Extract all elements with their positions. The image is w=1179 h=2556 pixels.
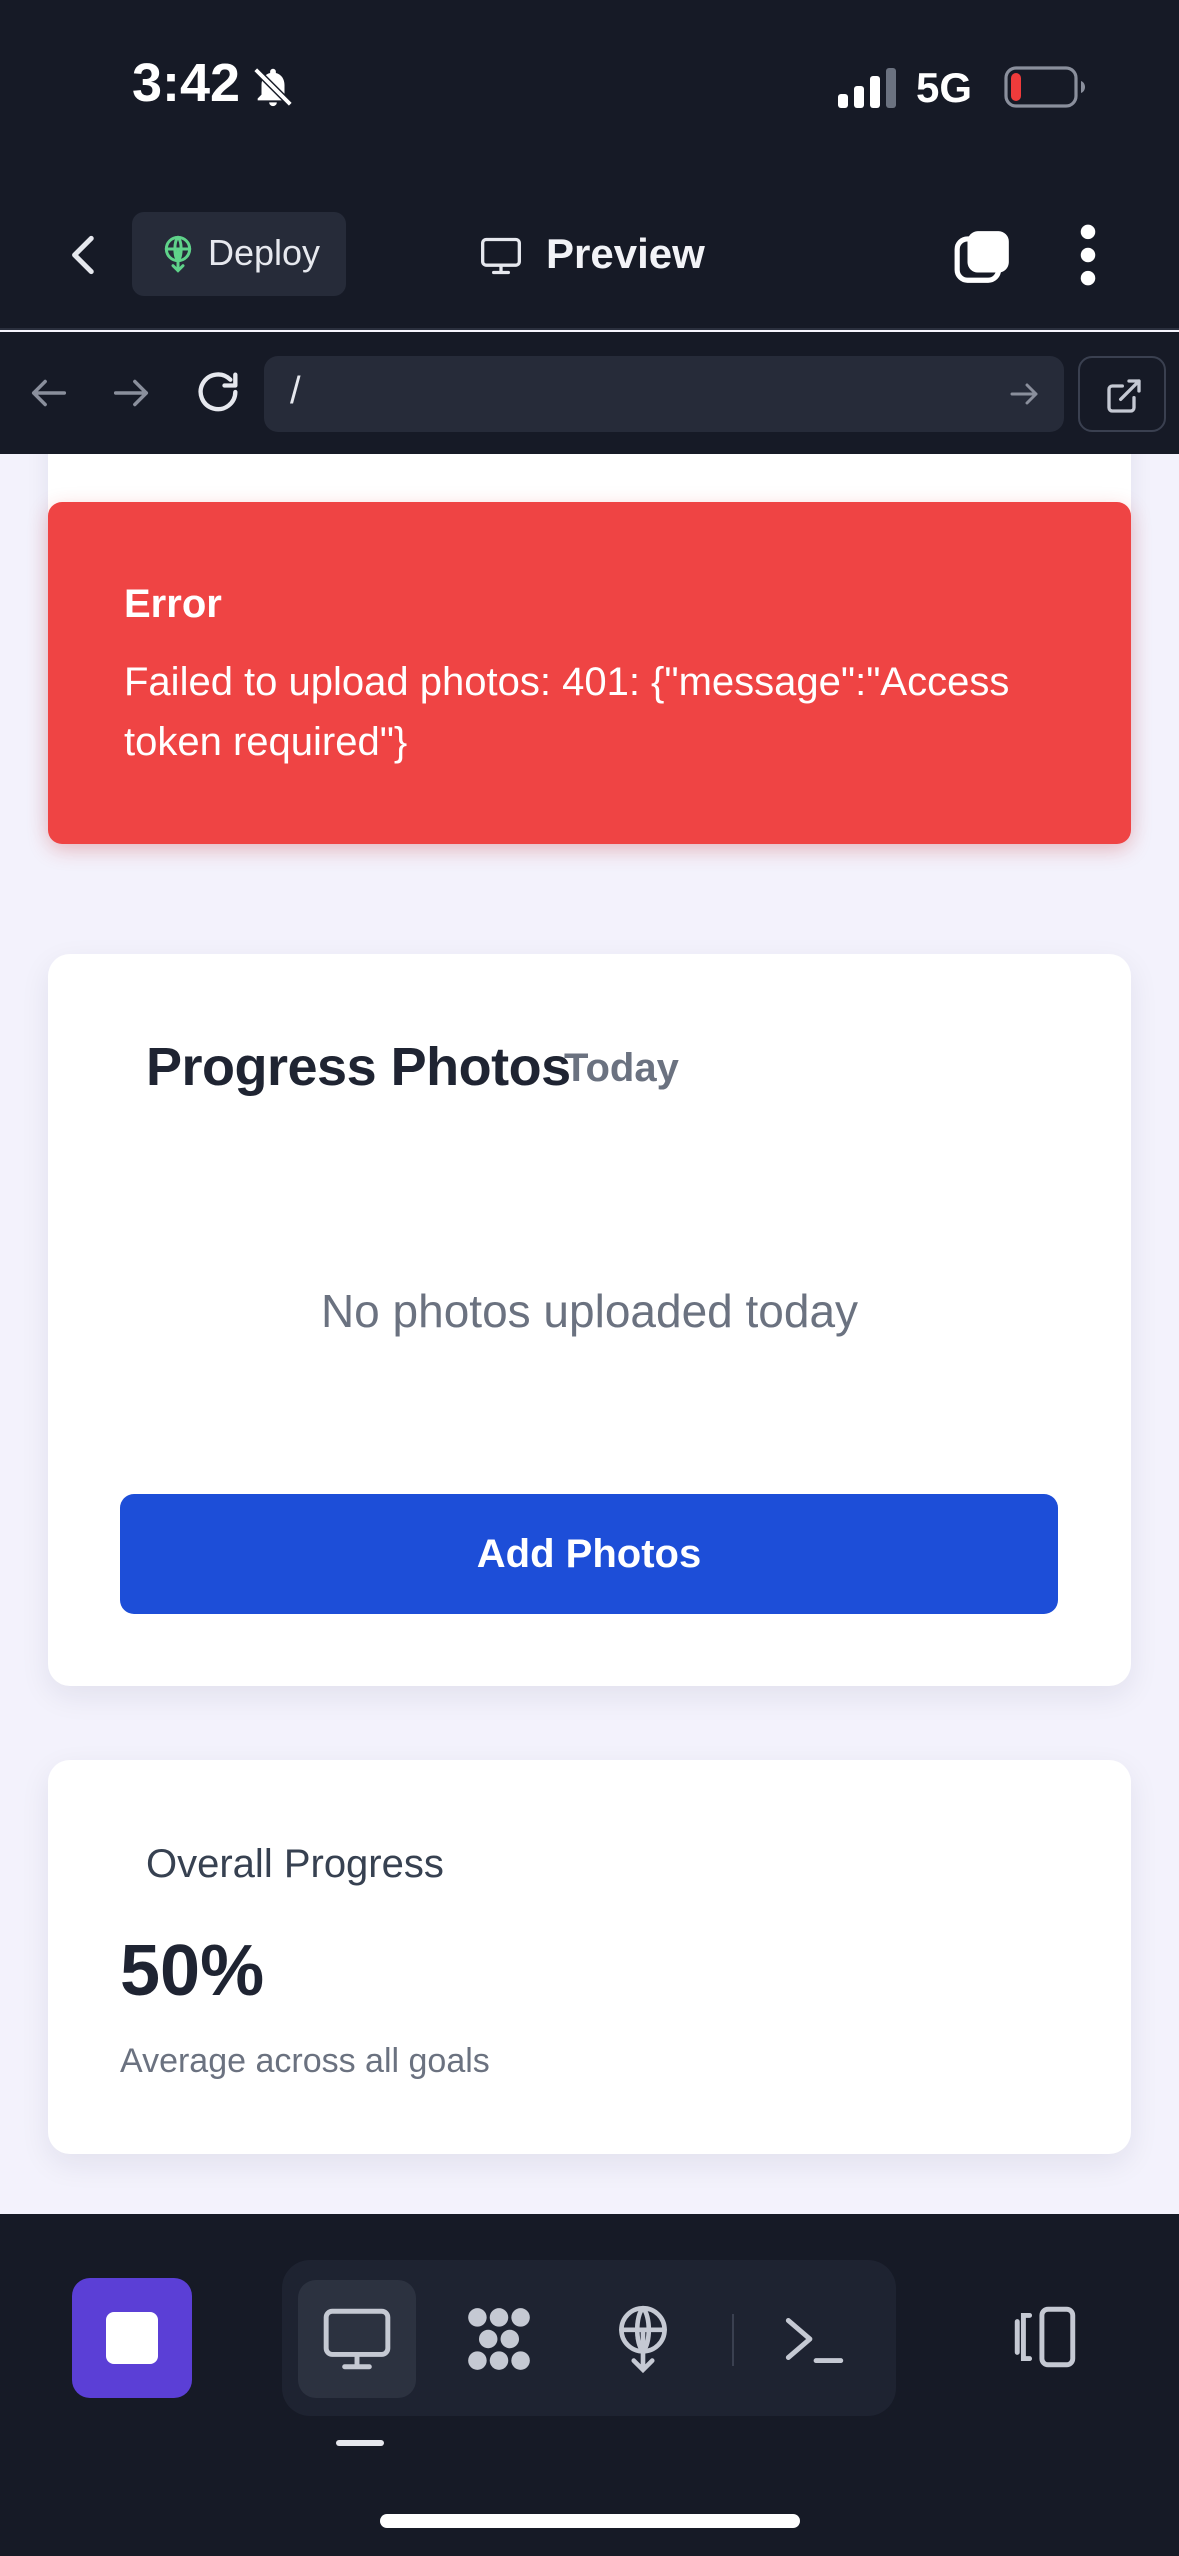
stop-icon bbox=[106, 2312, 158, 2364]
deploy-icon bbox=[619, 2305, 667, 2374]
signal-icon bbox=[838, 68, 896, 108]
tool-switcher bbox=[282, 2260, 896, 2416]
home-indicator[interactable] bbox=[380, 2514, 800, 2528]
deploy-icon bbox=[164, 235, 192, 273]
nav-back-icon[interactable] bbox=[26, 370, 72, 416]
workflows-icon bbox=[468, 2308, 530, 2370]
deploy-label: Deploy bbox=[208, 232, 321, 273]
stop-button[interactable] bbox=[72, 2278, 192, 2398]
card-subtitle: Today bbox=[564, 1046, 679, 1090]
deploy-button[interactable]: Deploy bbox=[132, 212, 346, 296]
error-message: Failed to upload photos: 401: {"message"… bbox=[124, 660, 1010, 764]
preview-label: Preview bbox=[546, 230, 705, 277]
status-time: 3:42 bbox=[132, 53, 241, 113]
reload-icon[interactable] bbox=[192, 366, 244, 418]
card-subtitle: Average across all goals bbox=[120, 2042, 490, 2080]
bell-muted-icon bbox=[253, 67, 293, 107]
bottom-toolbar bbox=[0, 2214, 1179, 2556]
overall-progress-card: Overall Progress 50% Average across all … bbox=[48, 1760, 1131, 2154]
battery-icon bbox=[1004, 66, 1085, 108]
nav-forward-icon[interactable] bbox=[108, 370, 154, 416]
monitor-icon bbox=[323, 2308, 391, 2370]
open-external-button[interactable] bbox=[1078, 356, 1166, 432]
progress-value: 50% bbox=[120, 1931, 265, 2011]
status-bar: 3:42 5G bbox=[0, 0, 1179, 180]
tool-shell[interactable] bbox=[754, 2280, 872, 2398]
url-bar: / bbox=[0, 332, 1179, 454]
tool-deploy[interactable] bbox=[584, 2280, 702, 2398]
terminal-icon bbox=[785, 2318, 844, 2364]
network-label: 5G bbox=[916, 64, 973, 111]
error-toast[interactable]: Error Failed to upload photos: 401: {"me… bbox=[48, 502, 1131, 844]
url-input[interactable]: / bbox=[264, 356, 1064, 432]
error-title: Error bbox=[124, 582, 222, 626]
card-title: Progress Photos bbox=[146, 1037, 571, 1097]
add-photos-button[interactable]: Add Photos bbox=[120, 1494, 1058, 1614]
tool-workflows[interactable] bbox=[440, 2280, 558, 2398]
kebab-menu-icon[interactable] bbox=[1068, 222, 1108, 288]
url-go-icon[interactable] bbox=[1006, 376, 1042, 412]
app-header: Deploy Preview bbox=[0, 180, 1179, 330]
progress-photos-card: Progress Photos Today No photos uploaded… bbox=[48, 954, 1131, 1686]
url-text: / bbox=[290, 370, 301, 412]
preview-content[interactable]: Error Failed to upload photos: 401: {"me… bbox=[0, 454, 1179, 2214]
card-title: Overall Progress bbox=[146, 1842, 444, 1886]
open-external-icon bbox=[1107, 379, 1141, 413]
layout-icon[interactable] bbox=[1008, 2300, 1082, 2374]
tabs-icon[interactable] bbox=[952, 226, 1014, 288]
empty-state-text: No photos uploaded today bbox=[320, 1285, 859, 1337]
toolbar-divider bbox=[732, 2314, 734, 2366]
back-chevron-icon[interactable] bbox=[60, 230, 110, 280]
tool-preview[interactable] bbox=[298, 2280, 416, 2398]
active-tab-indicator bbox=[336, 2440, 384, 2446]
monitor-icon bbox=[481, 237, 521, 275]
